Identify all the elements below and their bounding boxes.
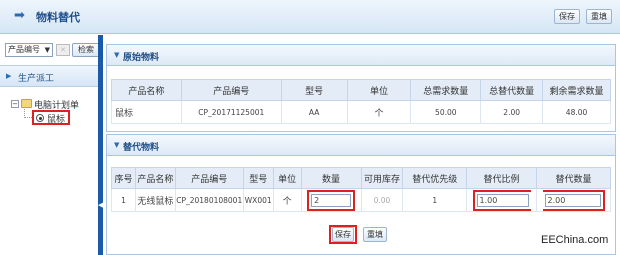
column-header: 产品编号	[180, 79, 282, 101]
column-header: 替代数量	[536, 167, 611, 189]
triangle-down-icon: ▼	[114, 141, 120, 149]
column-header: 替代比例	[466, 167, 538, 189]
nav-section-header[interactable]: ▶ 生产派工	[0, 65, 98, 87]
cell-total-demand: 50.00	[410, 100, 482, 124]
column-header: 产品名称	[134, 167, 176, 189]
sub-qty-input[interactable]: 2.00	[544, 193, 601, 207]
ratio-input[interactable]: 1.00	[476, 193, 529, 207]
cell-unit: 个	[346, 100, 412, 124]
column-header: 单位	[272, 167, 302, 189]
cell-product-code: CP_20171125001	[180, 100, 282, 124]
cell-model: AA	[280, 100, 348, 124]
highlight-box: 2	[307, 189, 356, 211]
radio-icon	[36, 114, 44, 122]
triangle-right-icon: ▶	[6, 72, 12, 80]
cell-ratio: 1.00	[466, 188, 538, 212]
column-header: 剩余需求数量	[542, 79, 611, 101]
original-table: 产品名称 产品编号 型号 单位 总需求数量 总替代数量 剩余需求数量 鼠标 CP…	[111, 79, 611, 124]
table-header-row: 序号 产品名称 产品编号 型号 单位 数量 可用库存 替代优先级 替代比例 替代…	[111, 167, 611, 189]
nav-section-title: 生产派工	[18, 74, 55, 84]
cell-sub-qty: 2.00	[536, 188, 611, 212]
splitter[interactable]: ◀	[98, 35, 103, 255]
column-header: 总需求数量	[410, 79, 482, 101]
top-bar: ➡ 物料替代 保存 重填	[0, 0, 620, 34]
left-panel: 产品编号 ▼ ✕ 检索 ▶ 生产派工 − 电脑计划单 鼠标	[0, 35, 100, 255]
cell-product-name: 无线鼠标	[134, 188, 176, 212]
tree-connector	[24, 117, 32, 118]
column-header: 可用库存	[360, 167, 404, 189]
original-panel-title: 原始物料	[123, 53, 160, 63]
cell-priority: 1	[402, 188, 468, 212]
cell-remaining-demand: 48.00	[542, 100, 611, 124]
column-header: 型号	[242, 167, 274, 189]
substitute-panel-header[interactable]: ▼ 替代物料	[107, 135, 615, 156]
reset-button[interactable]: 重填	[586, 9, 612, 24]
tree-node-leaf-label: 鼠标	[47, 115, 66, 125]
arrow-right-icon: ➡	[14, 8, 25, 23]
main-content: ▼ 原始物料 产品名称 产品编号 型号 单位 总需求数量 总替代数量 剩余需求数…	[106, 38, 618, 255]
collapse-icon[interactable]: −	[11, 100, 19, 108]
substitute-table: 序号 产品名称 产品编号 型号 单位 数量 可用库存 替代优先级 替代比例 替代…	[111, 167, 611, 212]
column-header: 序号	[111, 167, 136, 189]
column-header: 产品名称	[111, 79, 182, 101]
table-row: 鼠标 CP_20171125001 AA 个 50.00 2.00 48.00	[111, 100, 611, 124]
highlight-box: 1.00	[472, 189, 531, 211]
cell-product-code: CP_20180108001	[174, 188, 244, 212]
footer-save-button[interactable]: 保存	[332, 227, 354, 242]
cell-total-substituted: 2.00	[480, 100, 544, 124]
clear-icon[interactable]: ✕	[56, 44, 70, 56]
tree-node-leaf[interactable]: 鼠标	[32, 110, 70, 125]
cell-product-name: 鼠标	[111, 100, 182, 124]
original-panel-header[interactable]: ▼ 原始物料	[107, 45, 615, 66]
cell-model: WX001	[242, 188, 274, 212]
table-header-row: 产品名称 产品编号 型号 单位 总需求数量 总替代数量 剩余需求数量	[111, 79, 611, 101]
field-select-value: 产品编号	[8, 45, 40, 54]
page-title: 物料替代	[36, 11, 80, 24]
column-header: 产品编号	[174, 167, 244, 189]
cell-index: 1	[111, 188, 136, 212]
qty-input[interactable]: 2	[311, 193, 352, 207]
column-header: 替代优先级	[402, 167, 468, 189]
cell-unit: 个	[272, 188, 302, 212]
footer-reset-button[interactable]: 重填	[363, 227, 387, 242]
substitute-panel-title: 替代物料	[123, 143, 160, 153]
cell-stock: 0.00	[360, 188, 404, 212]
highlight-box: 保存	[329, 225, 357, 244]
column-header: 总替代数量	[480, 79, 544, 101]
triangle-down-icon: ▼	[114, 51, 120, 59]
highlight-box: 2.00	[542, 189, 605, 211]
collapse-arrow-icon[interactable]: ◀	[98, 201, 103, 209]
column-header: 数量	[300, 167, 362, 189]
chevron-down-icon: ▼	[44, 46, 50, 54]
cell-qty: 2	[300, 188, 362, 212]
save-button[interactable]: 保存	[554, 9, 580, 24]
original-panel: ▼ 原始物料 产品名称 产品编号 型号 单位 总需求数量 总替代数量 剩余需求数…	[106, 44, 616, 132]
table-row: 1 无线鼠标 CP_20180108001 WX001 个 2 0.00 1 1…	[111, 188, 611, 212]
column-header: 单位	[346, 79, 412, 101]
field-select[interactable]: 产品编号 ▼	[5, 43, 53, 57]
folder-icon	[21, 99, 32, 108]
column-header: 型号	[280, 79, 348, 101]
watermark: EEChina.com	[541, 234, 609, 246]
search-button[interactable]: 检索	[72, 43, 100, 57]
substitute-panel: ▼ 替代物料 序号 产品名称 产品编号 型号 单位 数量 可用库存 替代优先级 …	[106, 134, 616, 255]
